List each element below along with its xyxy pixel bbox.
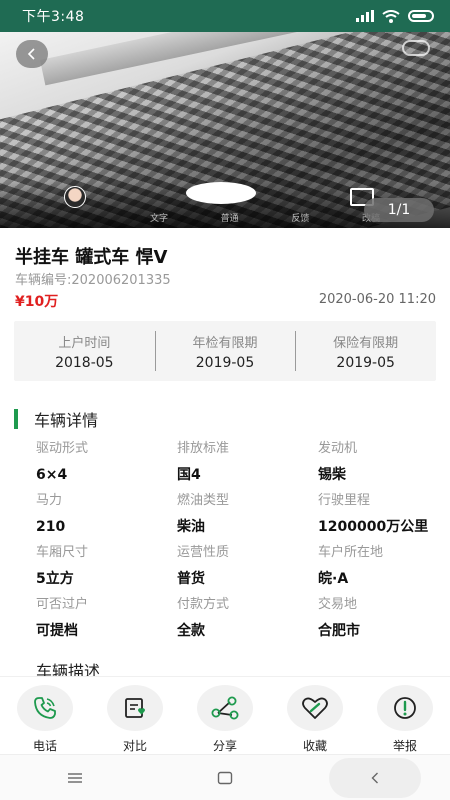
compare-icon xyxy=(125,698,145,718)
signal-icon xyxy=(356,10,374,22)
dates-label: 年检有限期 xyxy=(192,335,258,351)
detail-value: 合肥市 xyxy=(318,623,360,639)
phone-icon xyxy=(34,697,56,719)
favorite-button[interactable]: 收藏 xyxy=(270,677,360,754)
back-button[interactable] xyxy=(16,40,48,68)
camera-mode: 反馈 xyxy=(291,214,310,224)
detail-label: 付款方式 xyxy=(177,597,230,612)
detail-value: 210 xyxy=(36,519,66,535)
details-grid: 驱动形式 6×4 排放标准 国4 发动机 锡柴 马力 210 燃油类型 柴油 行… xyxy=(36,440,446,648)
detail-value: 全款 xyxy=(177,623,205,639)
detail-value: 柴油 xyxy=(177,519,205,535)
detail-item: 可否过户 可提档 xyxy=(36,596,177,648)
detail-label: 马力 xyxy=(36,493,63,508)
camera-mode-strip: 文字 普通 反馈 改稿 xyxy=(150,211,380,224)
details-section-header: 车辆详情 xyxy=(14,408,98,430)
call-button[interactable]: 电话 xyxy=(0,677,90,754)
vehicle-title: 半挂车 罐式车 悍V xyxy=(15,247,168,268)
detail-label: 可否过户 xyxy=(36,597,89,612)
detail-item: 驱动形式 6×4 xyxy=(36,440,177,492)
status-icons xyxy=(356,9,434,23)
photo-counter: 1/1 xyxy=(364,198,434,222)
home-icon xyxy=(217,771,233,784)
detail-label: 发动机 xyxy=(318,441,358,456)
back-nav-button[interactable] xyxy=(300,755,450,800)
back-icon xyxy=(371,772,378,783)
dates-label: 保险有限期 xyxy=(333,335,399,351)
detail-item: 排放标准 国4 xyxy=(177,440,318,492)
detail-label: 驱动形式 xyxy=(36,441,89,456)
section-accent-bar xyxy=(14,409,18,429)
home-nav-button[interactable] xyxy=(150,755,300,800)
action-circle xyxy=(17,685,73,731)
detail-value: 国4 xyxy=(177,467,201,483)
dates-value: 2018-05 xyxy=(55,354,114,371)
dates-value: 2019-05 xyxy=(195,354,255,371)
status-time: 下午3:48 xyxy=(22,9,85,25)
wifi-icon xyxy=(382,9,400,23)
system-nav-bar xyxy=(0,754,450,800)
dates-card: 上户时间 2018-05 年检有限期 2019-05 保险有限期 2019-05 xyxy=(14,321,436,381)
vehicle-number: 车辆编号:202006201335 xyxy=(15,273,171,288)
detail-label: 交易地 xyxy=(318,597,358,612)
detail-label: 车户所在地 xyxy=(318,545,384,560)
camera-switch-icon xyxy=(402,40,430,56)
menu-nav-button[interactable] xyxy=(0,755,150,800)
action-label: 分享 xyxy=(212,739,237,753)
camera-avatar-icon xyxy=(64,186,86,208)
battery-icon xyxy=(408,10,434,22)
action-label: 电话 xyxy=(32,739,57,753)
detail-label: 车厢尺寸 xyxy=(36,545,89,560)
menu-icon xyxy=(68,772,82,783)
vehicle-price: ¥10万 xyxy=(15,294,59,310)
inspection-date-cell: 年检有限期 2019-05 xyxy=(154,321,296,381)
detail-item: 车厢尺寸 5立方 xyxy=(36,544,177,596)
detail-value: 6×4 xyxy=(36,467,68,483)
action-label: 对比 xyxy=(122,739,147,753)
camera-mode: 普通 xyxy=(220,214,239,224)
insurance-date-cell: 保险有限期 2019-05 xyxy=(295,321,436,381)
back-nav-pill xyxy=(329,757,421,798)
detail-item: 交易地 合肥市 xyxy=(318,596,446,648)
action-label: 举报 xyxy=(392,739,417,753)
detail-label: 燃油类型 xyxy=(177,493,230,508)
detail-item: 行驶里程 1200000万公里 xyxy=(318,492,446,544)
heart-icon xyxy=(302,697,328,719)
chevron-left-icon xyxy=(27,48,35,60)
action-bar: 电话 对比 分享 收藏 举报 xyxy=(0,676,450,754)
action-circle xyxy=(377,685,433,731)
detail-label: 运营性质 xyxy=(177,545,230,560)
detail-item: 发动机 锡柴 xyxy=(318,440,446,492)
registration-date-cell: 上户时间 2018-05 xyxy=(14,321,155,381)
share-icon xyxy=(211,696,239,720)
dates-label: 上户时间 xyxy=(58,335,111,351)
detail-item: 运营性质 普货 xyxy=(177,544,318,596)
shutter-icon xyxy=(186,182,256,204)
detail-label: 排放标准 xyxy=(177,441,230,456)
listing-date: 2020-06-20 11:20 xyxy=(318,292,436,307)
detail-item: 付款方式 全款 xyxy=(177,596,318,648)
detail-value: 皖·A xyxy=(318,571,349,587)
detail-value: 可提档 xyxy=(36,623,78,639)
detail-item: 马力 210 xyxy=(36,492,177,544)
report-icon xyxy=(394,697,416,719)
action-circle xyxy=(107,685,163,731)
status-bar: 下午3:48 xyxy=(0,0,450,32)
action-circle xyxy=(197,685,253,731)
action-circle xyxy=(287,685,343,731)
detail-value: 锡柴 xyxy=(318,467,346,483)
detail-value: 1200000万公里 xyxy=(318,519,429,535)
detail-item: 燃油类型 柴油 xyxy=(177,492,318,544)
camera-mode: 文字 xyxy=(150,214,169,224)
section-title: 车辆详情 xyxy=(34,411,99,430)
detail-value: 普货 xyxy=(177,571,205,587)
share-button[interactable]: 分享 xyxy=(180,677,270,754)
detail-label: 行驶里程 xyxy=(318,493,371,508)
detail-value: 5立方 xyxy=(36,571,74,587)
compare-button[interactable]: 对比 xyxy=(90,677,180,754)
dates-value: 2019-05 xyxy=(336,354,395,371)
report-button[interactable]: 举报 xyxy=(360,677,450,754)
detail-item: 车户所在地 皖·A xyxy=(318,544,446,596)
action-label: 收藏 xyxy=(302,739,327,753)
